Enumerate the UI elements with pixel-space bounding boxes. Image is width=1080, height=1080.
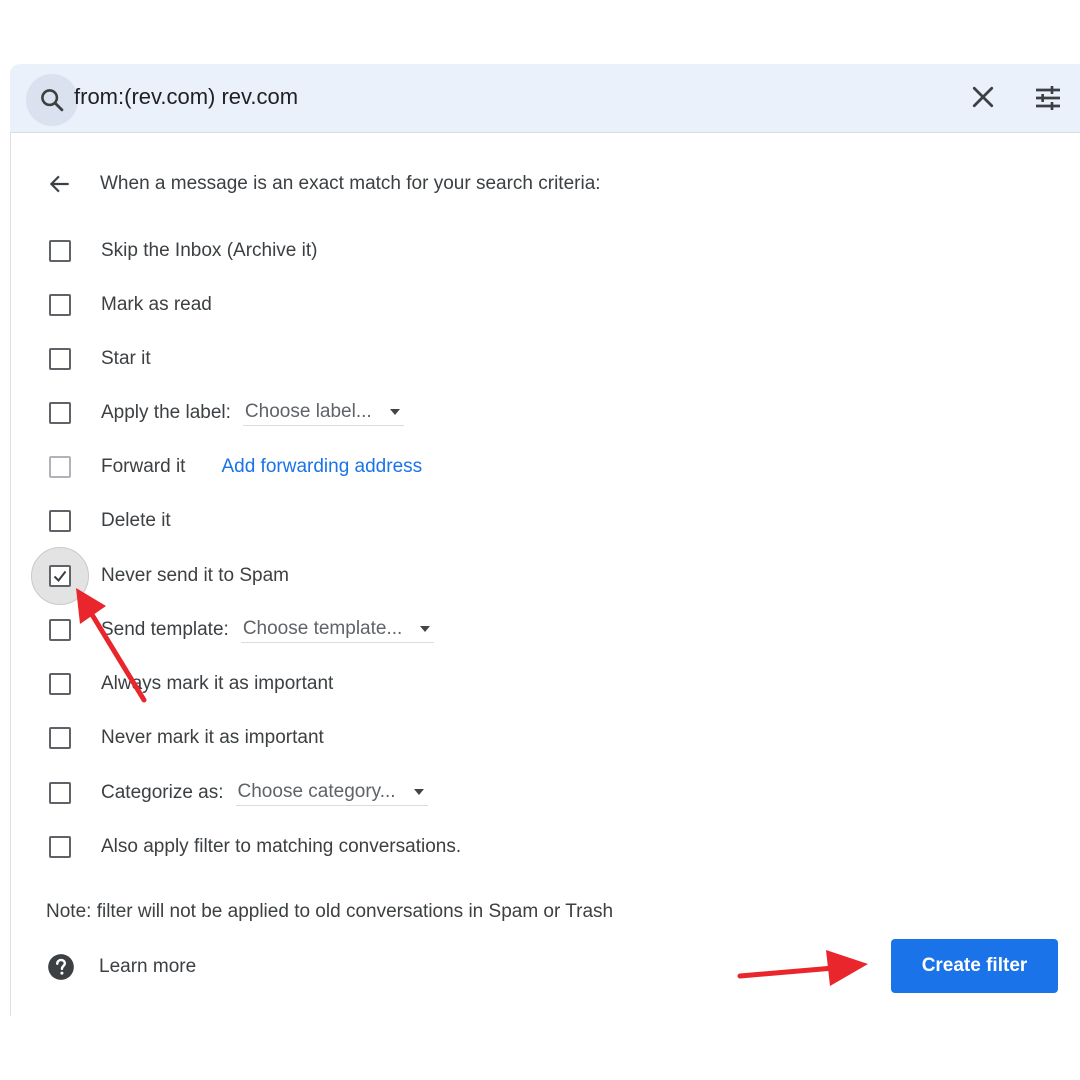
category-select[interactable]: Choose category... bbox=[235, 780, 428, 806]
category-select-value: Choose category... bbox=[237, 780, 396, 802]
option-never-important[interactable]: Never mark it as important bbox=[49, 723, 324, 753]
checkbox[interactable] bbox=[49, 294, 71, 316]
stage: from:(rev.com) rev.com When a message is… bbox=[0, 0, 1080, 1080]
template-select-value: Choose template... bbox=[242, 617, 403, 639]
search-bar[interactable]: from:(rev.com) rev.com bbox=[10, 64, 1080, 132]
dropdown-caret-icon bbox=[420, 625, 431, 632]
option-delete-it[interactable]: Delete it bbox=[49, 506, 171, 536]
learn-more-link[interactable]: Learn more bbox=[99, 956, 196, 978]
option-label: Delete it bbox=[101, 510, 171, 531]
checkbox[interactable] bbox=[49, 348, 71, 370]
help-icon[interactable] bbox=[47, 953, 75, 981]
option-label: Mark as read bbox=[101, 294, 212, 315]
tune-icon[interactable] bbox=[1032, 82, 1064, 114]
option-label: Star it bbox=[101, 348, 151, 369]
filter-note: Note: filter will not be applied to old … bbox=[46, 901, 614, 922]
dropdown-caret-icon bbox=[413, 788, 424, 795]
checkbox[interactable] bbox=[49, 510, 71, 532]
option-label: Also apply filter to matching conversati… bbox=[101, 836, 462, 857]
template-select[interactable]: Choose template... bbox=[240, 617, 435, 643]
option-apply-label[interactable]: Apply the label: Choose label... bbox=[49, 398, 404, 428]
checkbox[interactable] bbox=[49, 240, 71, 262]
filter-panel: When a message is an exact match for you… bbox=[10, 132, 1080, 1016]
checkbox[interactable] bbox=[49, 402, 71, 424]
checkbox[interactable] bbox=[49, 836, 71, 858]
option-apply-to-matching[interactable]: Also apply filter to matching conversati… bbox=[49, 832, 461, 862]
search-button[interactable] bbox=[26, 74, 78, 126]
option-label: Never mark it as important bbox=[101, 727, 324, 748]
label-select-value: Choose label... bbox=[244, 400, 372, 422]
option-label: Apply the label: bbox=[101, 402, 231, 423]
close-icon[interactable] bbox=[968, 82, 998, 112]
checkbox[interactable] bbox=[49, 727, 71, 749]
check-icon bbox=[53, 570, 67, 583]
panel-header-text: When a message is an exact match for you… bbox=[100, 173, 601, 194]
checkbox[interactable] bbox=[49, 456, 71, 478]
back-arrow-icon[interactable] bbox=[47, 171, 73, 197]
option-label: Categorize as: bbox=[101, 782, 224, 803]
label-select[interactable]: Choose label... bbox=[242, 400, 404, 426]
annotation-arrow-icon bbox=[737, 950, 868, 986]
annotation-arrow-icon bbox=[76, 588, 147, 703]
option-label: Forward it bbox=[101, 456, 186, 477]
create-filter-button[interactable]: Create filter bbox=[891, 939, 1058, 993]
search-input[interactable]: from:(rev.com) rev.com bbox=[74, 82, 298, 112]
add-forwarding-address-link[interactable]: Add forwarding address bbox=[221, 456, 422, 478]
option-skip-inbox[interactable]: Skip the Inbox (Archive it) bbox=[49, 236, 317, 266]
option-mark-as-read[interactable]: Mark as read bbox=[49, 290, 212, 320]
search-icon bbox=[41, 89, 64, 112]
option-forward-it[interactable]: Forward it Add forwarding address bbox=[49, 452, 422, 482]
panel-header: When a message is an exact match for you… bbox=[47, 171, 601, 197]
help-row: Learn more bbox=[47, 953, 196, 981]
option-categorize[interactable]: Categorize as: Choose category... bbox=[49, 778, 428, 808]
checkbox[interactable] bbox=[49, 782, 71, 804]
option-label: Skip the Inbox (Archive it) bbox=[101, 240, 318, 261]
option-star-it[interactable]: Star it bbox=[49, 344, 151, 374]
dropdown-caret-icon bbox=[389, 408, 400, 415]
